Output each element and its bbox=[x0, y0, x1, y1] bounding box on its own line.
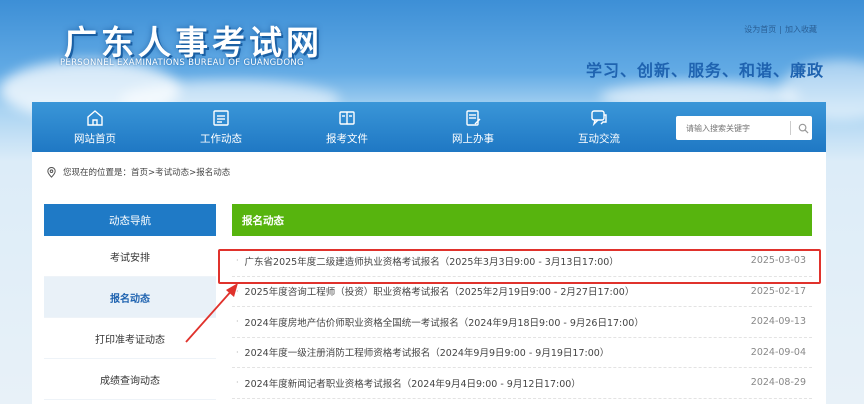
search-button[interactable] bbox=[795, 119, 812, 137]
breadcrumb: 您现在的位置是：首页>考试动态>报名动态 bbox=[46, 166, 230, 178]
nav-item-label: 网上办事 bbox=[452, 133, 494, 145]
main-section: 报名动态 · 广东省2025年度二级建造师执业资格考试报名（2025年3月3日9:… bbox=[232, 204, 812, 399]
news-title[interactable]: 2024年度新闻记者职业资格考试报名（2024年9月4日9:00 - 9月12日… bbox=[245, 376, 581, 390]
news-date: 2024-09-13 bbox=[750, 316, 806, 328]
sidebar-item-exam-schedule[interactable]: 考试安排 bbox=[44, 236, 216, 277]
nav-item-work-news[interactable]: 工作动态 bbox=[158, 102, 284, 152]
content-area: 您现在的位置是：首页>考试动态>报名动态 动态导航 考试安排 报名动态 打印准考… bbox=[32, 152, 826, 404]
bullet-icon: · bbox=[236, 347, 239, 357]
calendar-icon bbox=[213, 110, 229, 126]
bullet-icon: · bbox=[236, 286, 239, 296]
top-links: 设为首页 | 加入收藏 bbox=[744, 25, 817, 34]
news-item[interactable]: · 广东省2025年度二级建造师执业资格考试报名（2025年3月3日9:00 - … bbox=[232, 246, 812, 277]
breadcrumb-text: 您现在的位置是：首页>考试动态>报名动态 bbox=[63, 168, 231, 178]
sidebar-item-registration[interactable]: 报名动态 bbox=[44, 277, 216, 318]
news-date: 2025-02-17 bbox=[750, 285, 806, 297]
sidebar-item-admission-ticket[interactable]: 打印准考证动态 bbox=[44, 318, 216, 359]
nav-item-label: 工作动态 bbox=[200, 133, 242, 145]
news-title[interactable]: 2024年度房地产估价师职业资格全国统一考试报名（2024年9月18日9:00 … bbox=[245, 315, 644, 329]
main-nav: 网站首页 工作动态 报考文件 网上办事 互动交流 bbox=[32, 102, 826, 152]
news-item[interactable]: · 2024年度一级注册消防工程师资格考试报名（2024年9月9日9:00 - 9… bbox=[232, 338, 812, 368]
news-item[interactable]: · 2024年度房地产估价师职业资格全国统一考试报名（2024年9月18日9:00… bbox=[232, 307, 812, 338]
bullet-icon: · bbox=[236, 256, 239, 266]
nav-item-home[interactable]: 网站首页 bbox=[32, 102, 158, 152]
book-icon bbox=[339, 111, 355, 125]
nav-item-interaction[interactable]: 互动交流 bbox=[536, 102, 662, 152]
news-title[interactable]: 2024年度一级注册消防工程师资格考试报名（2024年9月9日9:00 - 9月… bbox=[245, 345, 610, 359]
nav-item-online-services[interactable]: 网上办事 bbox=[410, 102, 536, 152]
site-slogan: 学习、创新、服务、和谐、廉政 bbox=[585, 61, 824, 80]
sidebar-title: 动态导航 bbox=[44, 204, 216, 236]
search-icon bbox=[798, 123, 809, 134]
add-favorite-link[interactable]: 加入收藏 bbox=[785, 25, 817, 34]
location-pin-icon bbox=[47, 166, 56, 178]
home-icon bbox=[87, 110, 103, 126]
sidebar: 动态导航 考试安排 报名动态 打印准考证动态 成绩查询动态 bbox=[44, 204, 216, 400]
news-date: 2025-03-03 bbox=[750, 255, 806, 267]
document-edit-icon bbox=[466, 110, 481, 126]
chat-icon bbox=[591, 110, 607, 127]
search-divider bbox=[790, 121, 791, 135]
news-title[interactable]: 广东省2025年度二级建造师执业资格考试报名（2025年3月3日9:00 - 3… bbox=[245, 254, 619, 268]
search-box bbox=[676, 116, 812, 140]
bullet-icon: · bbox=[236, 378, 239, 388]
set-homepage-link[interactable]: 设为首页 bbox=[744, 25, 776, 34]
sidebar-item-score-query[interactable]: 成绩查询动态 bbox=[44, 359, 216, 400]
news-date: 2024-09-04 bbox=[750, 346, 806, 358]
nav-item-label: 网站首页 bbox=[74, 133, 116, 145]
news-title[interactable]: 2025年度咨询工程师（投资）职业资格考试报名（2025年2月19日9:00 -… bbox=[245, 284, 635, 298]
site-logo-subtitle: PERSONNEL EXAMINATIONS BUREAU OF GUANGDO… bbox=[60, 58, 304, 68]
site-logo[interactable]: 广东人事考试网 bbox=[64, 16, 323, 64]
nav-item-label: 报考文件 bbox=[326, 133, 368, 145]
news-date: 2024-08-29 bbox=[750, 377, 806, 389]
site-header: 广东人事考试网 PERSONNEL EXAMINATIONS BUREAU OF… bbox=[0, 0, 864, 100]
nav-item-label: 互动交流 bbox=[578, 133, 620, 145]
search-input[interactable] bbox=[686, 123, 786, 133]
news-item[interactable]: · 2025年度咨询工程师（投资）职业资格考试报名（2025年2月19日9:00 … bbox=[232, 277, 812, 307]
section-title: 报名动态 bbox=[232, 204, 812, 236]
bullet-icon: · bbox=[236, 317, 239, 327]
news-list: · 广东省2025年度二级建造师执业资格考试报名（2025年3月3日9:00 - … bbox=[232, 246, 812, 399]
news-item[interactable]: · 2024年度新闻记者职业资格考试报名（2024年9月4日9:00 - 9月12… bbox=[232, 368, 812, 399]
nav-item-exam-files[interactable]: 报考文件 bbox=[284, 102, 410, 152]
